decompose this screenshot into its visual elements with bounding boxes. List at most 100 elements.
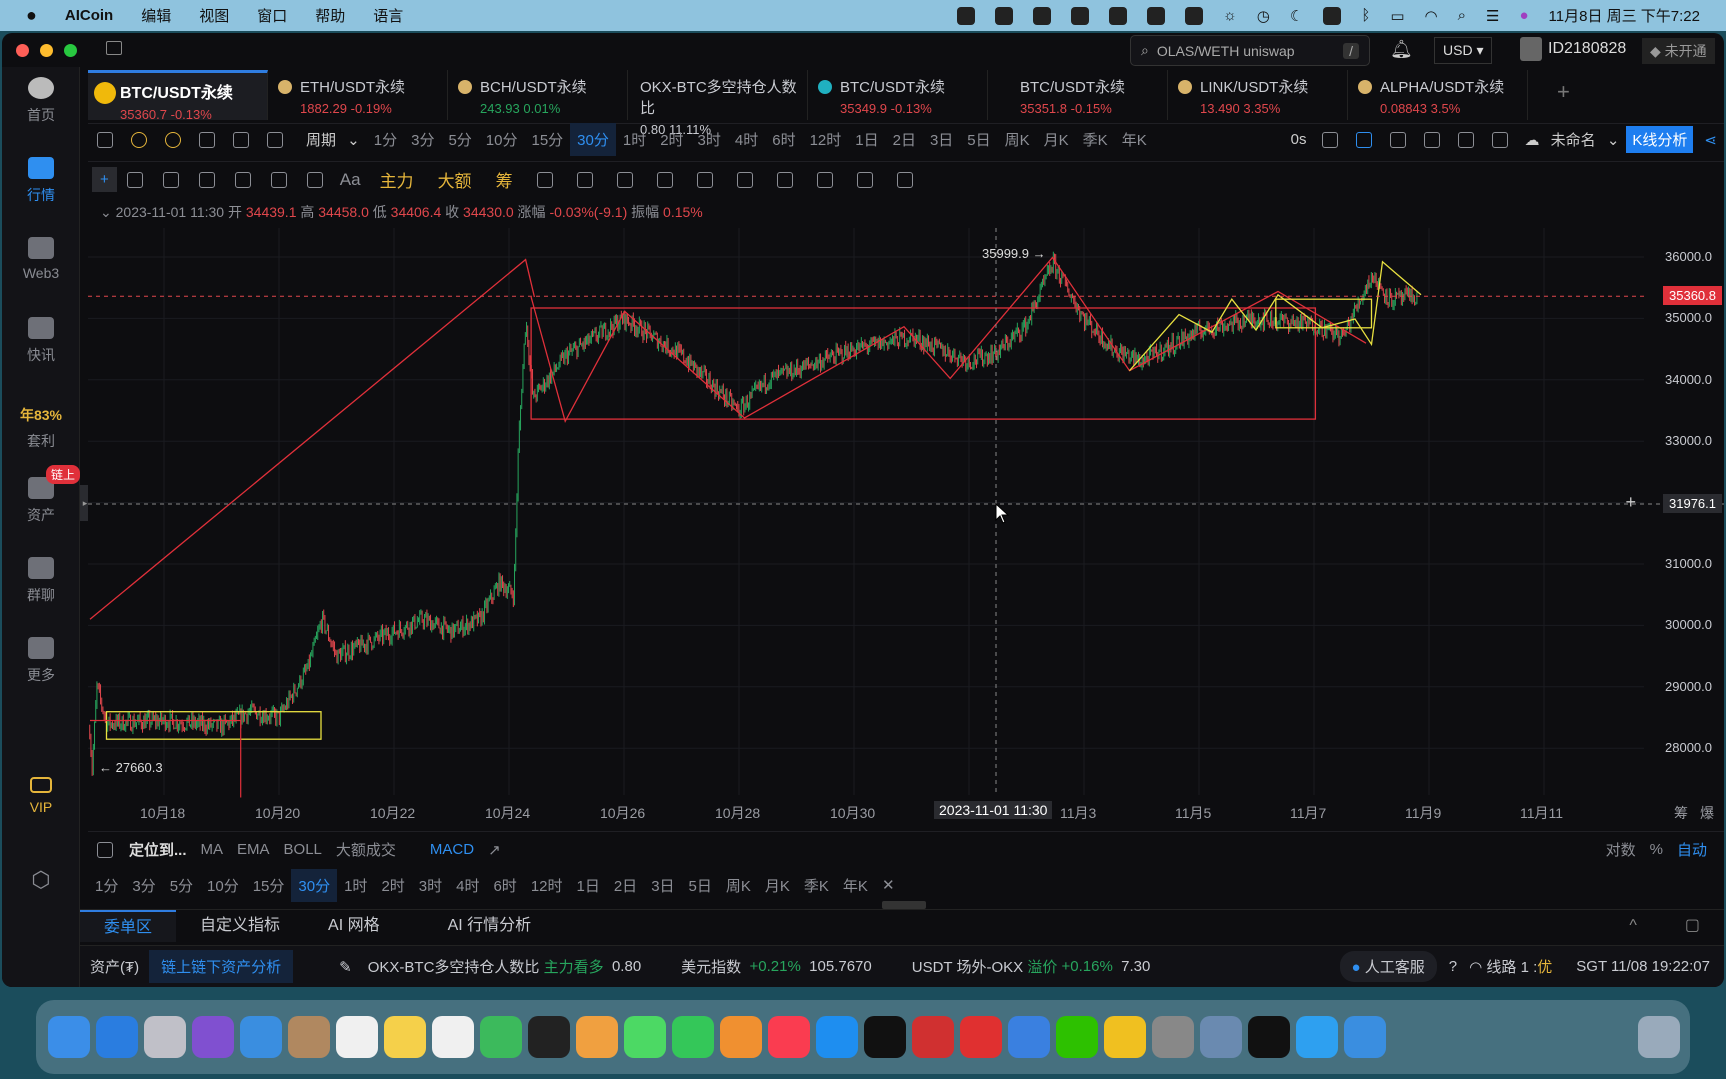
period-4时[interactable]: 4时 <box>449 875 486 896</box>
dock-app-icon[interactable] <box>672 1016 714 1058</box>
liquidation-toggle[interactable]: 爆 <box>1700 803 1714 823</box>
dock-app-icon[interactable] <box>960 1016 1002 1058</box>
dock-app-icon[interactable] <box>624 1016 666 1058</box>
expand-up-icon[interactable]: ^ <box>1605 910 1661 942</box>
scale-percent[interactable]: % <box>1643 841 1670 858</box>
dock-app-icon[interactable] <box>1008 1016 1050 1058</box>
dock-app-icon[interactable] <box>864 1016 906 1058</box>
dock-app-icon[interactable] <box>480 1016 522 1058</box>
clock[interactable]: 11月8日 周三 下午7:22 <box>1549 5 1700 26</box>
price-chart[interactable]: 35999.9 → ← 27660.3 <box>2 33 1724 853</box>
collapse-icon[interactable]: ⌄ <box>100 204 112 220</box>
line-label[interactable]: 线路 1 : <box>1486 956 1537 977</box>
scale-log[interactable]: 对数 <box>1599 839 1643 860</box>
otc-name[interactable]: USDT 场外-OKX <box>912 956 1023 977</box>
search-icon[interactable]: ⌕ <box>1458 7 1466 24</box>
dock-app-icon[interactable] <box>768 1016 810 1058</box>
status-icon[interactable] <box>957 6 976 25</box>
period-5分[interactable]: 5分 <box>163 875 200 896</box>
app-menu[interactable]: AICoin <box>65 7 113 24</box>
period-周K[interactable]: 周K <box>719 875 758 896</box>
indicator-ma[interactable]: MA <box>194 841 231 858</box>
moon-icon[interactable]: ☾ <box>1290 7 1303 25</box>
close-icon[interactable]: ✕ <box>875 876 902 894</box>
period-年K[interactable]: 年K <box>836 875 875 896</box>
period-15分[interactable]: 15分 <box>246 875 292 896</box>
settings-icon[interactable]: ⬡ <box>2 867 80 893</box>
dock-app-icon[interactable] <box>96 1016 138 1058</box>
add-alert-icon[interactable]: + <box>1625 492 1636 513</box>
scale-auto[interactable]: 自动 <box>1670 839 1714 860</box>
dock-app-icon[interactable] <box>288 1016 330 1058</box>
tab-ai-analysis[interactable]: AI 行情分析 <box>424 910 556 942</box>
pen-icon[interactable]: ✎ <box>339 958 352 976</box>
alert-icon[interactable] <box>1185 6 1204 25</box>
period-3日[interactable]: 3日 <box>644 875 681 896</box>
support-button[interactable]: ● 人工客服 <box>1339 951 1437 982</box>
battery-icon[interactable]: ▭ <box>1390 7 1404 25</box>
input-icon[interactable] <box>1033 6 1052 25</box>
panel-resize-handle[interactable] <box>882 901 926 909</box>
period-10分[interactable]: 10分 <box>200 875 246 896</box>
s-icon[interactable] <box>1323 6 1342 25</box>
dock-app-icon[interactable] <box>1056 1016 1098 1058</box>
period-12时[interactable]: 12时 <box>524 875 570 896</box>
period-1分[interactable]: 1分 <box>88 875 125 896</box>
menu-view[interactable]: 视图 <box>199 5 229 26</box>
dock-app-icon[interactable] <box>384 1016 426 1058</box>
period-2日[interactable]: 2日 <box>607 875 644 896</box>
dock-app-icon[interactable] <box>720 1016 762 1058</box>
dock-app-icon[interactable] <box>1344 1016 1386 1058</box>
period-6时[interactable]: 6时 <box>486 875 523 896</box>
period-月K[interactable]: 月K <box>758 875 797 896</box>
menu-language[interactable]: 语言 <box>373 5 403 26</box>
period-3分[interactable]: 3分 <box>125 875 162 896</box>
assets-label[interactable]: 资产(₮) <box>80 956 149 977</box>
dock-app-icon[interactable] <box>816 1016 858 1058</box>
wechat-icon[interactable] <box>995 6 1014 25</box>
dock-app-icon[interactable] <box>240 1016 282 1058</box>
menu-edit[interactable]: 编辑 <box>141 5 171 26</box>
edit-icon[interactable]: ↗ <box>481 841 508 859</box>
dock-app-icon[interactable] <box>576 1016 618 1058</box>
menu-window[interactable]: 窗口 <box>257 5 287 26</box>
wifi-icon[interactable]: ◠ <box>1425 7 1438 25</box>
period-30分[interactable]: 30分 <box>291 868 338 902</box>
indicator-ema[interactable]: EMA <box>230 841 277 858</box>
calendar-icon[interactable] <box>97 841 113 858</box>
dxy-name[interactable]: 美元指数 <box>681 956 741 977</box>
brightness-icon[interactable]: ☼ <box>1223 7 1237 24</box>
help-icon[interactable]: ? <box>1449 958 1457 975</box>
period-季K[interactable]: 季K <box>797 875 836 896</box>
dock-app-icon[interactable] <box>192 1016 234 1058</box>
chips-toggle[interactable]: 筹 <box>1674 803 1688 823</box>
dock-app-icon[interactable] <box>1200 1016 1242 1058</box>
dock-app-icon[interactable] <box>48 1016 90 1058</box>
dock-app-icon[interactable] <box>1152 1016 1194 1058</box>
tab-custom-indicators[interactable]: 自定义指标 <box>176 910 304 942</box>
time-machine-icon[interactable]: ◷ <box>1257 7 1270 25</box>
period-1时[interactable]: 1时 <box>337 875 374 896</box>
bell-icon[interactable] <box>1147 6 1166 25</box>
locate-button[interactable]: 定位到... <box>122 839 194 860</box>
bluetooth-icon[interactable]: ᛒ <box>1361 7 1370 24</box>
dock-app-icon[interactable] <box>432 1016 474 1058</box>
tab-orders[interactable]: 委单区 <box>80 909 177 942</box>
indicator-large-trades[interactable]: 大额成交 <box>329 839 403 860</box>
dock-app-icon[interactable] <box>912 1016 954 1058</box>
ratio-name[interactable]: OKX-BTC多空持仓人数比 <box>368 956 540 977</box>
dock-app-icon[interactable] <box>528 1016 570 1058</box>
apple-icon[interactable]: ● <box>26 5 37 26</box>
period-5日[interactable]: 5日 <box>682 875 719 896</box>
ime-icon[interactable] <box>1109 6 1128 25</box>
dock-app-icon[interactable] <box>144 1016 186 1058</box>
trash-icon[interactable] <box>1638 1016 1680 1058</box>
dock-app-icon[interactable] <box>1296 1016 1338 1058</box>
indicator-macd[interactable]: MACD <box>423 841 481 858</box>
tab-ai-grid[interactable]: AI 网格 <box>304 910 404 942</box>
asset-analysis-button[interactable]: 链上链下资产分析 <box>149 950 294 983</box>
fullscreen-icon[interactable]: ▢ <box>1661 910 1724 942</box>
period-3时[interactable]: 3时 <box>412 875 449 896</box>
period-2时[interactable]: 2时 <box>374 875 411 896</box>
dock-app-icon[interactable] <box>1248 1016 1290 1058</box>
